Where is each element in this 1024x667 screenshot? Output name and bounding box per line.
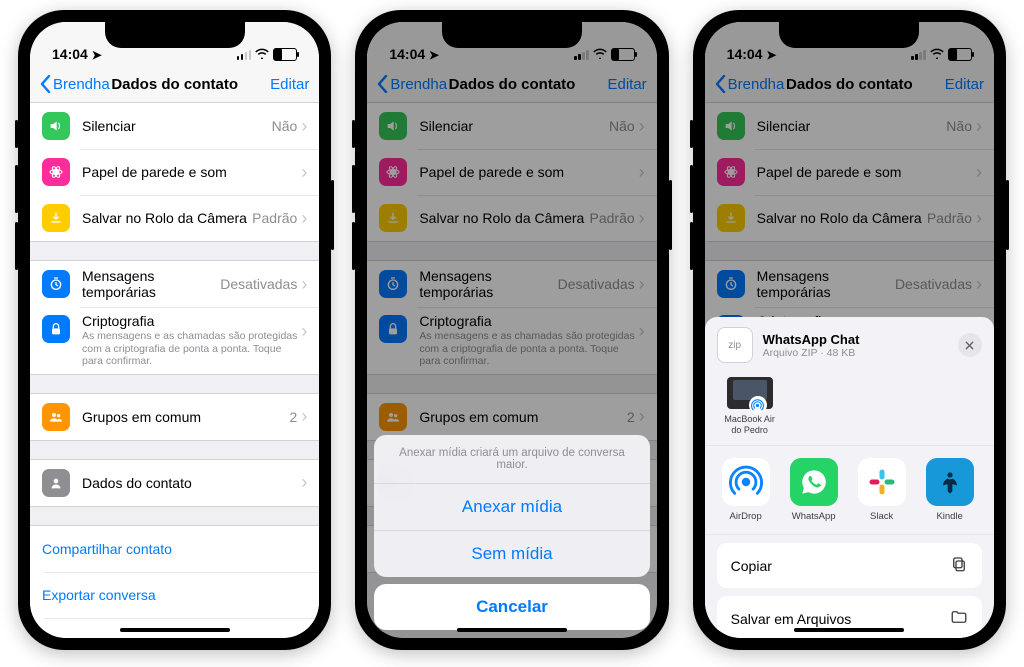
battery-icon <box>273 48 297 61</box>
phone-2: 14:04 ➤ Brendha Dados do contato Editar … <box>355 10 668 650</box>
wifi-icon <box>255 47 269 62</box>
chevron-right-icon: › <box>301 321 307 342</box>
share-action-copy[interactable]: Copiar <box>717 543 982 588</box>
home-indicator[interactable] <box>794 628 904 632</box>
row-subtitle: As mensagens e as chamadas são protegida… <box>82 330 301 368</box>
close-icon <box>964 340 975 351</box>
chevron-right-icon: › <box>301 274 307 295</box>
share-app-whatsapp[interactable]: WhatsApp <box>783 458 845 522</box>
download-icon <box>42 204 70 232</box>
action-sheet: Anexar mídia criará um arquivo de conver… <box>374 435 649 630</box>
row-value: Não <box>272 118 298 134</box>
kindle-icon <box>926 458 974 506</box>
action-export-chat[interactable]: Exportar conversa <box>30 572 319 618</box>
row-encryption[interactable]: Criptografia As mensagens e as chamadas … <box>30 307 319 374</box>
whatsapp-icon <box>790 458 838 506</box>
chevron-right-icon: › <box>301 406 307 427</box>
row-label: Mensagens temporárias <box>82 268 220 300</box>
row-value: Desativadas <box>220 276 297 292</box>
share-app-slack[interactable]: Slack <box>851 458 913 522</box>
chevron-left-icon <box>40 75 51 93</box>
row-label: Dados do contato <box>82 475 301 491</box>
airdrop-icon <box>722 458 770 506</box>
sheet-option-attach-media[interactable]: Anexar mídia <box>374 484 649 530</box>
row-value: Padrão <box>252 210 297 226</box>
lock-icon <box>42 315 70 343</box>
airdrop-target-label: MacBook Air do Pedro <box>719 414 781 435</box>
timer-icon <box>42 270 70 298</box>
chevron-right-icon: › <box>301 162 307 183</box>
sheet-option-without-media[interactable]: Sem mídia <box>374 530 649 577</box>
share-app-airdrop[interactable]: AirDrop <box>715 458 777 522</box>
chevron-right-icon: › <box>301 472 307 493</box>
row-label: Papel de parede e som <box>82 164 301 180</box>
row-label: Salvar no Rolo da Câmera <box>82 210 252 226</box>
sheet-message: Anexar mídia criará um arquivo de conver… <box>374 435 649 484</box>
share-app-more[interactable] <box>987 458 994 522</box>
action-share-contact[interactable]: Compartilhar contato <box>30 526 319 572</box>
row-label: Grupos em comum <box>82 409 290 425</box>
row-disappearing[interactable]: Mensagens temporárias Desativadas › <box>30 261 319 307</box>
row-save-camera-roll[interactable]: Salvar no Rolo da Câmera Padrão › <box>30 195 319 241</box>
file-type-badge: zip <box>717 327 753 363</box>
clock: 14:04 <box>52 46 88 62</box>
chevron-right-icon: › <box>301 116 307 137</box>
row-label: Silenciar <box>82 118 272 134</box>
home-indicator[interactable] <box>120 628 230 632</box>
row-mute[interactable]: Silenciar Não › <box>30 103 319 149</box>
row-value: 2 <box>290 409 298 425</box>
home-indicator[interactable] <box>457 628 567 632</box>
phone-3: 14:04 ➤ Brendha Dados do contato Editar … <box>693 10 1006 650</box>
speaker-icon <box>42 112 70 140</box>
row-contact-details[interactable]: Dados do contato › <box>30 460 319 506</box>
share-sheet: zip WhatsApp Chat Arquivo ZIP · 48 KB <box>705 317 994 638</box>
atom-icon <box>42 158 70 186</box>
chevron-right-icon: › <box>301 208 307 229</box>
close-button[interactable] <box>958 333 982 357</box>
people-icon <box>42 403 70 431</box>
location-icon: ➤ <box>92 48 102 62</box>
slack-icon <box>858 458 906 506</box>
copy-icon <box>950 555 968 576</box>
nav-bar: Brendha Dados do contato Editar <box>30 64 319 105</box>
back-button[interactable]: Brendha <box>40 75 110 93</box>
edit-button[interactable]: Editar <box>270 76 309 93</box>
cellular-icon <box>237 50 252 60</box>
airdrop-badge-icon <box>749 396 767 414</box>
airdrop-target[interactable]: MacBook Air do Pedro <box>719 377 781 435</box>
phone-1: 14:04 ➤ Brendha Dados do contato Editar <box>18 10 331 650</box>
sheet-cancel-button[interactable]: Cancelar <box>374 584 649 630</box>
person-icon <box>42 469 70 497</box>
share-item-subtitle: Arquivo ZIP · 48 KB <box>763 347 860 359</box>
row-wallpaper[interactable]: Papel de parede e som › <box>30 149 319 195</box>
row-label: Criptografia <box>82 313 301 329</box>
folder-icon <box>950 608 968 629</box>
share-item-title: WhatsApp Chat <box>763 332 860 347</box>
row-groups[interactable]: Grupos em comum 2 › <box>30 394 319 440</box>
share-app-kindle[interactable]: Kindle <box>919 458 981 522</box>
